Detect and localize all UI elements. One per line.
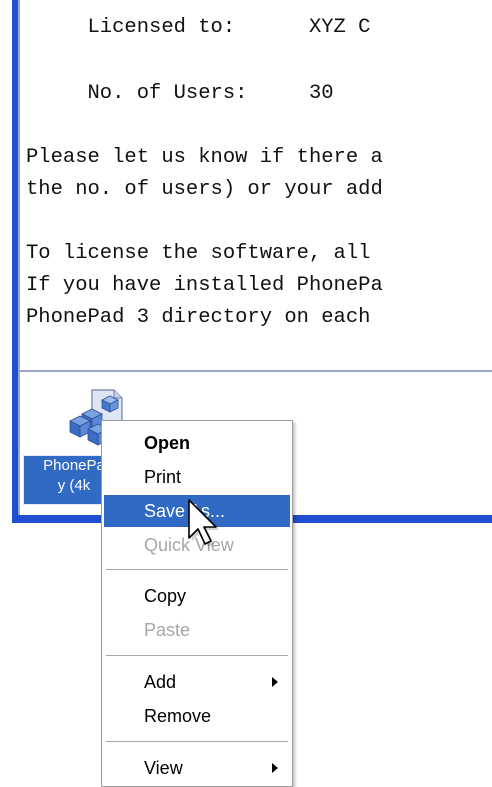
menu-item-open[interactable]: Open	[104, 427, 290, 459]
message-line: To license the software, all	[26, 242, 371, 265]
submenu-arrow-icon	[272, 763, 278, 773]
menu-item-remove[interactable]: Remove	[104, 700, 290, 732]
menu-item-add-label: Add	[144, 672, 177, 692]
arrow-cursor-icon	[188, 499, 219, 547]
message-line: Licensed to: XYZ C	[26, 16, 371, 39]
message-line: No. of Users: 30	[26, 82, 334, 105]
submenu-arrow-icon	[272, 677, 278, 687]
message-line: PhonePad 3 directory on each	[26, 306, 371, 329]
menu-separator	[106, 569, 288, 570]
message-line: the no. of users) or your add	[26, 178, 383, 201]
menu-item-view[interactable]: View	[104, 752, 290, 784]
context-menu: Open Print Save As... Quick View Copy Pa…	[101, 420, 293, 787]
message-line: If you have installed PhonePa	[26, 274, 383, 297]
menu-item-view-label: View	[144, 758, 183, 778]
menu-item-copy[interactable]: Copy	[104, 580, 290, 612]
menu-item-print[interactable]: Print	[104, 461, 290, 493]
menu-item-paste: Paste	[144, 620, 191, 640]
message-body[interactable]: Licensed to: XYZ C No. of Users: 30 Plea…	[18, 0, 492, 370]
menu-separator	[106, 655, 288, 656]
message-line: Please let us know if there a	[26, 146, 383, 169]
menu-item-add[interactable]: Add	[104, 666, 290, 698]
menu-separator	[106, 741, 288, 742]
